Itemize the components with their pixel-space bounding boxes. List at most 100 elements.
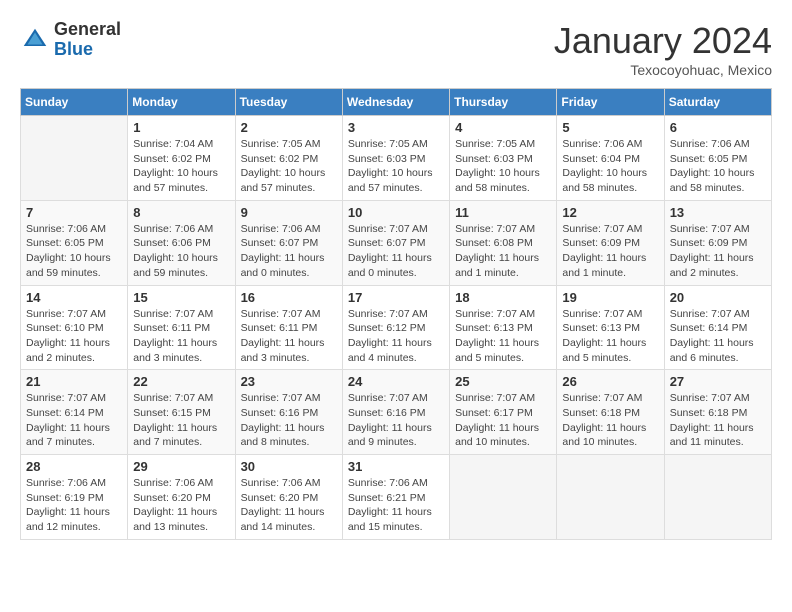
day-number: 6 xyxy=(670,120,766,135)
day-info: Sunrise: 7:07 AMSunset: 6:12 PMDaylight:… xyxy=(348,307,444,366)
calendar-cell xyxy=(664,455,771,540)
day-info: Sunrise: 7:06 AMSunset: 6:05 PMDaylight:… xyxy=(670,137,766,196)
day-info: Sunrise: 7:07 AMSunset: 6:08 PMDaylight:… xyxy=(455,222,551,281)
month-title: January 2024 xyxy=(554,20,772,62)
day-info: Sunrise: 7:07 AMSunset: 6:18 PMDaylight:… xyxy=(670,391,766,450)
logo-icon xyxy=(20,25,50,55)
calendar-cell: 29 Sunrise: 7:06 AMSunset: 6:20 PMDayligh… xyxy=(128,455,235,540)
logo-blue: Blue xyxy=(54,39,93,59)
day-info: Sunrise: 7:07 AMSunset: 6:17 PMDaylight:… xyxy=(455,391,551,450)
location: Texocoyohuac, Mexico xyxy=(554,62,772,78)
calendar-week-row: 28Sunrise: 7:06 AMSunset: 6:19 PMDayligh… xyxy=(21,455,772,540)
calendar-cell: 24 Sunrise: 7:07 AMSunset: 6:16 PMDayligh… xyxy=(342,370,449,455)
day-number: 11 xyxy=(455,205,551,220)
weekday-header-thursday: Thursday xyxy=(450,89,557,116)
day-number: 5 xyxy=(562,120,658,135)
day-info: Sunrise: 7:07 AMSunset: 6:14 PMDaylight:… xyxy=(670,307,766,366)
calendar-cell: 2 Sunrise: 7:05 AMSunset: 6:02 PMDaylight… xyxy=(235,116,342,201)
day-info: Sunrise: 7:07 AMSunset: 6:07 PMDaylight:… xyxy=(348,222,444,281)
calendar-cell xyxy=(21,116,128,201)
day-number: 2 xyxy=(241,120,337,135)
weekday-header-sunday: Sunday xyxy=(21,89,128,116)
calendar-cell: 5Sunrise: 7:06 AMSunset: 6:04 PMDaylight… xyxy=(557,116,664,201)
calendar-cell: 19 Sunrise: 7:07 AMSunset: 6:13 PMDayligh… xyxy=(557,285,664,370)
calendar-cell: 31Sunrise: 7:06 AMSunset: 6:21 PMDayligh… xyxy=(342,455,449,540)
day-info: Sunrise: 7:05 AMSunset: 6:03 PMDaylight:… xyxy=(348,137,444,196)
day-number: 10 xyxy=(348,205,444,220)
calendar-cell: 3 Sunrise: 7:05 AMSunset: 6:03 PMDaylight… xyxy=(342,116,449,201)
calendar-cell: 14Sunrise: 7:07 AMSunset: 6:10 PMDayligh… xyxy=(21,285,128,370)
day-number: 15 xyxy=(133,290,229,305)
calendar-cell: 4Sunrise: 7:05 AMSunset: 6:03 PMDaylight… xyxy=(450,116,557,201)
day-info: Sunrise: 7:07 AMSunset: 6:15 PMDaylight:… xyxy=(133,391,229,450)
day-info: Sunrise: 7:07 AMSunset: 6:11 PMDaylight:… xyxy=(241,307,337,366)
day-number: 31 xyxy=(348,459,444,474)
day-info: Sunrise: 7:05 AMSunset: 6:02 PMDaylight:… xyxy=(241,137,337,196)
weekday-header-tuesday: Tuesday xyxy=(235,89,342,116)
calendar-cell: 18 Sunrise: 7:07 AMSunset: 6:13 PMDayligh… xyxy=(450,285,557,370)
day-info: Sunrise: 7:05 AMSunset: 6:03 PMDaylight:… xyxy=(455,137,551,196)
calendar-cell: 8 Sunrise: 7:06 AMSunset: 6:06 PMDaylight… xyxy=(128,200,235,285)
day-number: 23 xyxy=(241,374,337,389)
calendar-cell: 26 Sunrise: 7:07 AMSunset: 6:18 PMDayligh… xyxy=(557,370,664,455)
weekday-header-monday: Monday xyxy=(128,89,235,116)
calendar-cell: 15 Sunrise: 7:07 AMSunset: 6:11 PMDayligh… xyxy=(128,285,235,370)
day-number: 20 xyxy=(670,290,766,305)
day-info: Sunrise: 7:06 AMSunset: 6:05 PMDaylight:… xyxy=(26,222,122,281)
day-info: Sunrise: 7:07 AMSunset: 6:18 PMDaylight:… xyxy=(562,391,658,450)
day-info: Sunrise: 7:07 AMSunset: 6:13 PMDaylight:… xyxy=(455,307,551,366)
calendar-table: SundayMondayTuesdayWednesdayThursdayFrid… xyxy=(20,88,772,540)
day-number: 29 xyxy=(133,459,229,474)
calendar-cell: 16 Sunrise: 7:07 AMSunset: 6:11 PMDayligh… xyxy=(235,285,342,370)
title-section: January 2024 Texocoyohuac, Mexico xyxy=(554,20,772,78)
day-number: 24 xyxy=(348,374,444,389)
calendar-cell: 1Sunrise: 7:04 AMSunset: 6:02 PMDaylight… xyxy=(128,116,235,201)
day-number: 16 xyxy=(241,290,337,305)
day-info: Sunrise: 7:07 AMSunset: 6:16 PMDaylight:… xyxy=(241,391,337,450)
day-number: 27 xyxy=(670,374,766,389)
logo: General Blue xyxy=(20,20,121,60)
day-number: 14 xyxy=(26,290,122,305)
weekday-header-saturday: Saturday xyxy=(664,89,771,116)
calendar-cell: 9Sunrise: 7:06 AMSunset: 6:07 PMDaylight… xyxy=(235,200,342,285)
calendar-cell: 6 Sunrise: 7:06 AMSunset: 6:05 PMDaylight… xyxy=(664,116,771,201)
calendar-cell: 28Sunrise: 7:06 AMSunset: 6:19 PMDayligh… xyxy=(21,455,128,540)
day-info: Sunrise: 7:06 AMSunset: 6:06 PMDaylight:… xyxy=(133,222,229,281)
calendar-cell: 25Sunrise: 7:07 AMSunset: 6:17 PMDayligh… xyxy=(450,370,557,455)
page-header: General Blue January 2024 Texocoyohuac, … xyxy=(20,20,772,78)
calendar-week-row: 7Sunrise: 7:06 AMSunset: 6:05 PMDaylight… xyxy=(21,200,772,285)
weekday-header-row: SundayMondayTuesdayWednesdayThursdayFrid… xyxy=(21,89,772,116)
day-info: Sunrise: 7:06 AMSunset: 6:20 PMDaylight:… xyxy=(133,476,229,535)
day-number: 13 xyxy=(670,205,766,220)
day-number: 3 xyxy=(348,120,444,135)
calendar-week-row: 21Sunrise: 7:07 AMSunset: 6:14 PMDayligh… xyxy=(21,370,772,455)
day-number: 28 xyxy=(26,459,122,474)
day-info: Sunrise: 7:07 AMSunset: 6:13 PMDaylight:… xyxy=(562,307,658,366)
calendar-cell xyxy=(450,455,557,540)
day-number: 1 xyxy=(133,120,229,135)
day-number: 8 xyxy=(133,205,229,220)
logo-general: General xyxy=(54,19,121,39)
calendar-cell: 12Sunrise: 7:07 AMSunset: 6:09 PMDayligh… xyxy=(557,200,664,285)
day-info: Sunrise: 7:07 AMSunset: 6:11 PMDaylight:… xyxy=(133,307,229,366)
day-info: Sunrise: 7:06 AMSunset: 6:20 PMDaylight:… xyxy=(241,476,337,535)
day-number: 22 xyxy=(133,374,229,389)
day-number: 12 xyxy=(562,205,658,220)
weekday-header-friday: Friday xyxy=(557,89,664,116)
calendar-cell: 23 Sunrise: 7:07 AMSunset: 6:16 PMDayligh… xyxy=(235,370,342,455)
day-info: Sunrise: 7:07 AMSunset: 6:16 PMDaylight:… xyxy=(348,391,444,450)
day-number: 18 xyxy=(455,290,551,305)
day-number: 30 xyxy=(241,459,337,474)
day-number: 17 xyxy=(348,290,444,305)
day-number: 26 xyxy=(562,374,658,389)
weekday-header-wednesday: Wednesday xyxy=(342,89,449,116)
calendar-week-row: 14Sunrise: 7:07 AMSunset: 6:10 PMDayligh… xyxy=(21,285,772,370)
calendar-cell: 17 Sunrise: 7:07 AMSunset: 6:12 PMDayligh… xyxy=(342,285,449,370)
calendar-cell: 30 Sunrise: 7:06 AMSunset: 6:20 PMDayligh… xyxy=(235,455,342,540)
day-number: 19 xyxy=(562,290,658,305)
day-info: Sunrise: 7:06 AMSunset: 6:07 PMDaylight:… xyxy=(241,222,337,281)
day-number: 21 xyxy=(26,374,122,389)
day-info: Sunrise: 7:07 AMSunset: 6:09 PMDaylight:… xyxy=(670,222,766,281)
calendar-cell: 20 Sunrise: 7:07 AMSunset: 6:14 PMDayligh… xyxy=(664,285,771,370)
calendar-cell: 10 Sunrise: 7:07 AMSunset: 6:07 PMDayligh… xyxy=(342,200,449,285)
